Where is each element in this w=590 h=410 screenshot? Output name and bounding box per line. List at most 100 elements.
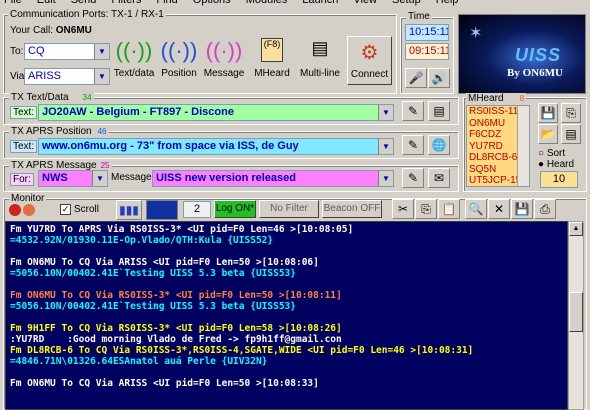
mheard-button[interactable]: (F8) MHeard xyxy=(250,34,294,84)
edit-text-icon[interactable]: ✎ xyxy=(402,101,424,121)
menu-item-find[interactable]: Find xyxy=(156,0,177,6)
menu-item-modules[interactable]: Modules xyxy=(246,0,288,6)
sort-radio[interactable]: ○ Sort xyxy=(538,148,565,159)
save-icon[interactable]: 💾 xyxy=(538,103,558,123)
microphone-icon[interactable]: 🎤 xyxy=(405,68,427,88)
message-input[interactable]: UISS new version released ▼ xyxy=(152,170,394,187)
chevron-down-icon[interactable]: ▼ xyxy=(378,139,393,154)
via-select[interactable]: ARISS ▼ xyxy=(24,68,110,85)
speaker-icon[interactable]: 🔊 xyxy=(428,68,450,88)
menu-item-options[interactable]: Options xyxy=(193,0,231,6)
menu-item-launch[interactable]: Launch xyxy=(302,0,338,6)
paste-icon[interactable]: 📋 xyxy=(438,199,460,219)
chart-icon[interactable]: ▮▮▮ xyxy=(116,200,142,220)
log-line: =4846.71N\01326.64ESAnatol auá Perle {UI… xyxy=(10,356,268,367)
find-icon[interactable]: 🔍 xyxy=(465,199,487,219)
log-line: Fm ON6MU To CQ Via ARISS <UI pid=F0 Len=… xyxy=(10,257,319,268)
edit-message-icon[interactable]: ✎ xyxy=(402,168,424,188)
time-title: Time xyxy=(406,11,432,22)
scroll-checkbox[interactable]: ✓ xyxy=(60,204,71,215)
print-icon[interactable]: ⎙ xyxy=(534,199,556,219)
for-input[interactable]: NWS ▼ xyxy=(38,170,108,187)
scroll-label: Scroll xyxy=(74,204,100,215)
log-line: =5056.10N/00402.41E`Testing UISS 5.3 bet… xyxy=(10,268,296,279)
multi-line-icon: ▤ xyxy=(311,38,329,58)
logo-subtitle: By ON6MU xyxy=(507,67,563,79)
list-icon[interactable]: ▤ xyxy=(561,124,581,144)
antenna-green-icon: ((·)) xyxy=(115,38,153,63)
log-line: Fm 9H1FF To CQ Via RS0ISS-3* <UI pid=F0 … xyxy=(10,323,342,334)
scroll-up-icon[interactable]: ▲ xyxy=(569,222,583,236)
to-select[interactable]: CQ ▼ xyxy=(24,43,110,60)
tx-text-count: 34 xyxy=(82,93,92,102)
log-toggle-button[interactable]: Log ON* xyxy=(214,200,256,218)
communication-title: Communication Ports: TX-1 / RX-1 xyxy=(8,9,166,20)
spectrum-icon xyxy=(146,200,178,220)
iss-icon: ✶ xyxy=(469,25,483,42)
tx-position-input[interactable]: www.on6mu.org - 73" from space via ISS, … xyxy=(38,138,394,155)
menu-item-help[interactable]: Help xyxy=(436,0,459,6)
chevron-down-icon[interactable]: ▼ xyxy=(94,69,109,84)
log-line: Fm ON6MU To CQ Via RS0ISS-3* <UI pid=F0 … xyxy=(10,290,342,301)
chevron-down-icon[interactable]: ▼ xyxy=(378,171,393,186)
log-scrollbar[interactable]: ▲ xyxy=(568,221,584,410)
chevron-down-icon[interactable]: ▼ xyxy=(94,44,109,59)
text-data-button[interactable]: ((·)) Text/data xyxy=(113,34,155,84)
menu-item-setup[interactable]: Setup xyxy=(392,0,421,6)
save-log-icon[interactable]: 💾 xyxy=(511,199,533,219)
position-button[interactable]: ((·)) Position xyxy=(158,34,200,84)
connect-button[interactable]: ⚙ Connect xyxy=(347,36,392,85)
menu-item-view[interactable]: View xyxy=(353,0,377,6)
call-sign: ON6MU xyxy=(55,25,92,36)
utc-time: 10:15:11 xyxy=(405,24,449,41)
message-label: Message: xyxy=(111,172,155,183)
copy-icon[interactable]: ⎘ xyxy=(415,199,437,219)
tx-text-title: TX Text/Data 34 xyxy=(9,92,94,103)
menu-bar: File Edit Send Filters Find Options Modules Lau… xyxy=(0,0,590,8)
log-line: Fm ON6MU To CQ Via ARISS <UI pid=F0 Len=… xyxy=(10,378,319,389)
message-button[interactable]: ((·)) Message xyxy=(203,34,245,84)
load-icon[interactable]: 📂 xyxy=(538,124,558,144)
tx-position-title: TX APRS Position 46 xyxy=(9,126,109,137)
tx-text-input[interactable]: JO20AW - Belgium - FT897 - Discone ▼ xyxy=(38,104,394,121)
stop-icon[interactable] xyxy=(9,204,21,216)
send-text-icon[interactable]: ▤ xyxy=(428,101,450,121)
mheard-title: MHeard 8 xyxy=(466,93,527,104)
monitor-log[interactable]: Fm YU7RD To APRS Via RS0ISS-3* <UI pid=F… xyxy=(5,221,568,410)
heard-count-input[interactable]: 10 xyxy=(540,171,578,188)
edit-position-icon[interactable]: ✎ xyxy=(402,135,424,155)
local-time: 09:15:11 xyxy=(405,43,449,60)
tx-message-count: 25 xyxy=(100,161,110,170)
tx-text-label: Text: xyxy=(10,106,38,119)
for-label: For: xyxy=(10,173,34,186)
menu-item-filters[interactable]: Filters xyxy=(111,0,141,6)
multi-line-button[interactable]: ▤ Multi-line xyxy=(297,34,343,84)
mheard-count: 8 xyxy=(519,94,525,103)
uiss-logo: UISS By ON6MU ✶ xyxy=(458,14,586,94)
antenna-blue-icon: ((·)) xyxy=(160,38,198,63)
envelope-icon[interactable]: ✉ xyxy=(428,168,450,188)
cut-icon[interactable]: ✂ xyxy=(392,199,414,219)
heard-radio[interactable]: ● Heard xyxy=(538,159,574,170)
filter-button[interactable]: No Filter xyxy=(259,200,319,218)
logo-text: UISS xyxy=(515,45,562,65)
menu-item-send[interactable]: Send xyxy=(71,0,97,6)
antenna-pink-icon: ((·)) xyxy=(205,38,243,63)
log-line: Fm YU7RD To APRS Via RS0ISS-3* <UI pid=F… xyxy=(10,224,354,235)
log-line: =4532.92N/01930.11E-Op.Vlado/QTH:Kula {U… xyxy=(10,235,274,246)
globe-icon[interactable]: 🌐 xyxy=(428,135,450,155)
pause-icon[interactable] xyxy=(23,204,35,216)
beacon-button[interactable]: Beacon OFF xyxy=(322,200,382,218)
copy-icon[interactable]: ⎘ xyxy=(561,103,581,123)
menu-item-edit[interactable]: Edit xyxy=(37,0,56,6)
menu-item-file[interactable]: File xyxy=(4,0,22,6)
clear-icon[interactable]: ✕ xyxy=(488,199,510,219)
mheard-scrollbar[interactable] xyxy=(517,106,529,186)
scroll-thumb[interactable] xyxy=(569,292,583,332)
chevron-down-icon[interactable]: ▼ xyxy=(378,105,393,120)
satellite-icon: ⚙ xyxy=(360,42,379,64)
chevron-down-icon[interactable]: ▼ xyxy=(92,171,107,186)
